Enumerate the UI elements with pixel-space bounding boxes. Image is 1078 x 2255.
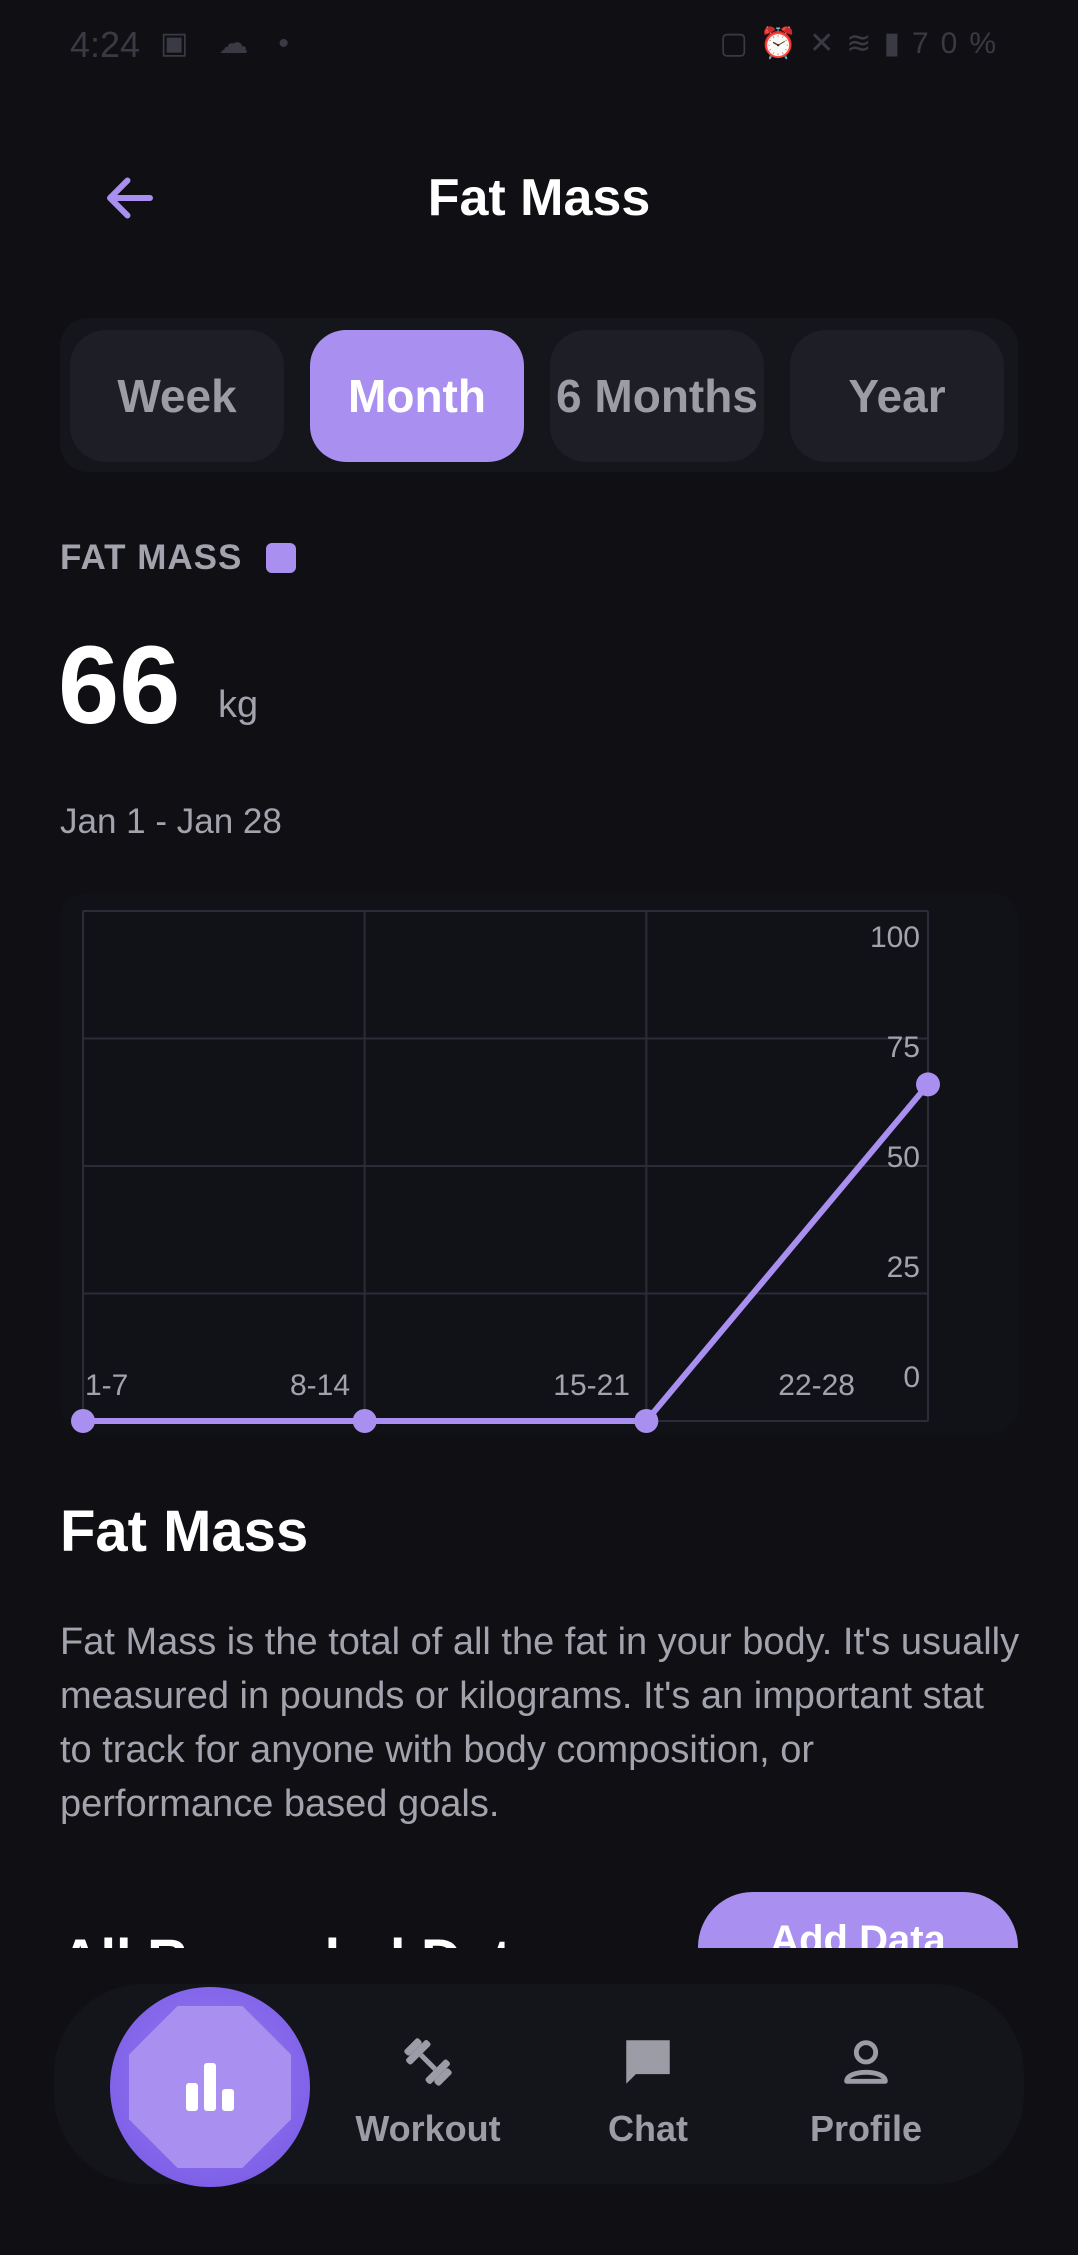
mute-icon: ✕ [809,27,847,60]
battery-percent: 70% [911,27,1008,60]
y-tick-label: 25 [887,1251,920,1284]
tab-year[interactable]: Year [790,330,1004,462]
x-tick-label: 15-21 [553,1369,630,1402]
date-range: Jan 1 - Jan 28 [60,802,282,841]
chat-icon [626,2040,670,2084]
signal-icon: ▮ [883,27,912,60]
dot-icon: • [278,27,319,60]
nav-workout[interactable]: Workout [328,2030,528,2160]
description-text: Fat Mass is the total of all the fat in … [60,1621,1020,1825]
nav-profile-label: Profile [809,2108,923,2149]
wifi-icon: ≋ [846,27,884,60]
data-point [352,1409,377,1433]
data-point [634,1409,659,1433]
data-point [916,1072,940,1097]
person-icon [844,2040,888,2084]
section-title: Fat Mass [60,1499,309,1564]
period-tabs: Week Month 6 Months Year [60,318,1018,472]
image-icon: ▣ [160,27,219,60]
nav-workout-label: Workout [355,2108,501,2149]
y-tick-label: 100 [870,921,920,954]
add-data-button[interactable]: Add Data [698,1892,1018,1948]
dumbbell-icon [404,2038,452,2086]
bar-chart-icon [186,2063,234,2111]
status-left-icons: ▣☁• [160,26,319,61]
page-title: Fat Mass [427,169,651,227]
status-time: 4:24 [70,24,141,65]
nfc-icon: ▢ [719,27,760,60]
status-bar: 4:24 ▣☁• ▢⏰✕≋▮70% [0,0,1078,96]
stats-icon-badge [129,2006,291,2168]
alarm-icon: ⏰ [759,27,810,60]
x-tick-label: 22-28 [778,1369,855,1402]
tab-week[interactable]: Week [70,330,284,462]
x-tick-label: 1-7 [85,1369,128,1402]
x-tick-label: 8-14 [290,1369,350,1402]
recorded-data-title: All Recorded Data [60,1926,542,1948]
y-tick-label: 0 [903,1361,920,1394]
nav-chat[interactable]: Chat [548,2030,748,2160]
y-tick-label: 50 [887,1141,920,1174]
nav-profile[interactable]: Profile [766,2030,966,2160]
tab-6-months[interactable]: 6 Months [550,330,764,462]
legend-swatch [266,543,296,573]
metric-unit: kg [218,684,259,726]
metric-value: 66 [58,624,181,747]
add-data-label: Add Data [770,1918,946,1948]
fat-mass-chart: 100 75 50 25 0 1-7 8-14 15-21 22-28 [71,910,940,1433]
data-point [71,1409,95,1433]
recorded-data-row: All Recorded Data Add Data [0,1880,1078,1948]
nav-stats-button[interactable] [110,1987,310,2187]
y-tick-label: 75 [887,1031,920,1064]
nav-chat-label: Chat [608,2108,688,2149]
status-right-icons: ▢⏰✕≋▮70% [719,26,1008,61]
tab-month[interactable]: Month [310,330,524,462]
cloud-icon: ☁ [218,27,279,60]
metric-label: FAT MASS [60,538,243,577]
